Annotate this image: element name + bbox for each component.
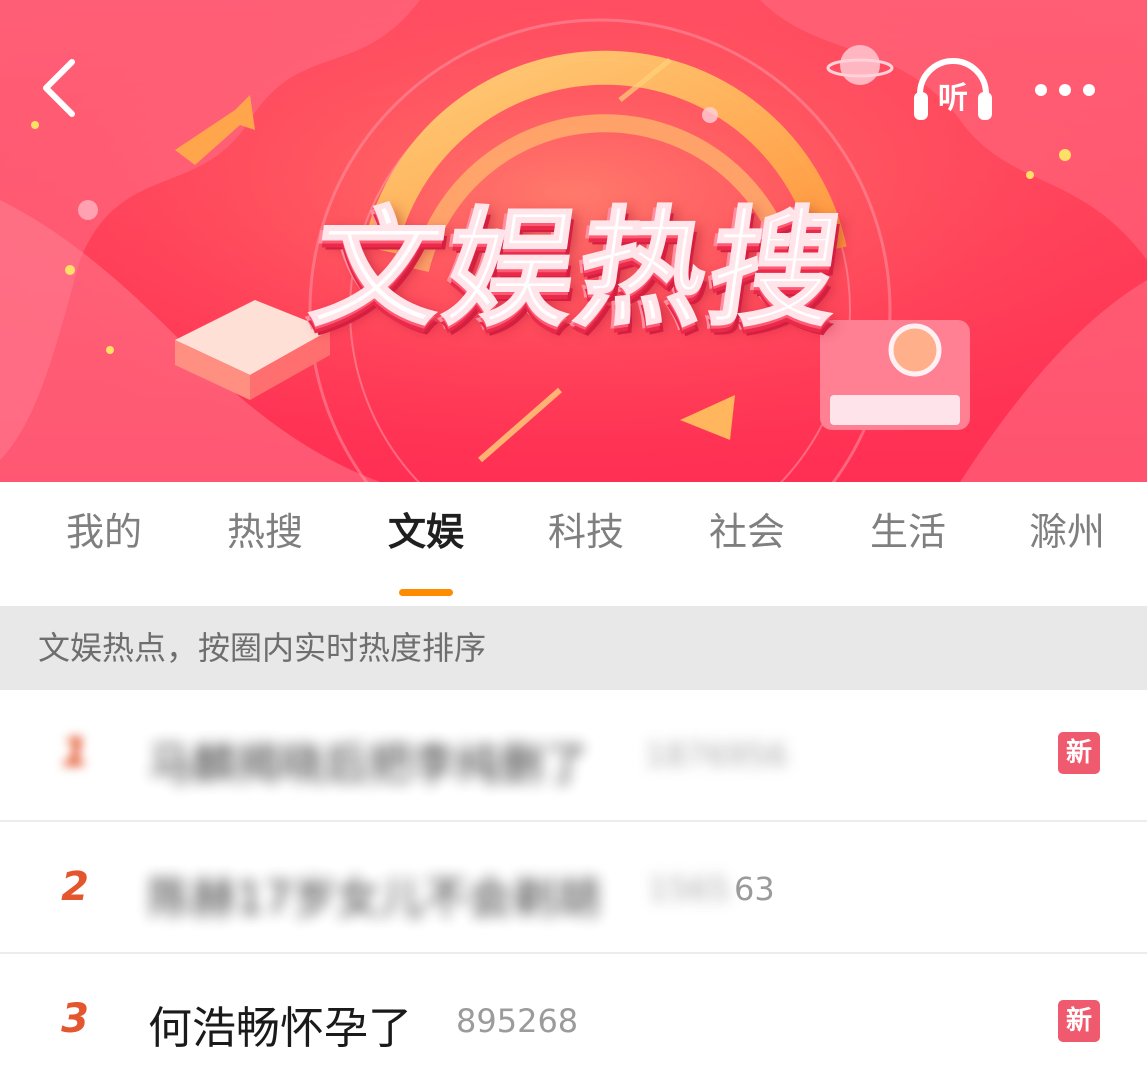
heat-value: 1876956 [645, 736, 788, 774]
heat-value: 1565563 [648, 870, 733, 908]
rank-number: 1 [61, 730, 89, 776]
list-item[interactable]: 3 何浩畅怀孕了 895268 新 [0, 954, 1147, 1080]
section-description-bar: 文娱热点，按圈内实时热度排序 [0, 606, 1147, 690]
heat-value-suffix: 63 [734, 870, 775, 908]
heat-value: 895268 [456, 1002, 579, 1040]
topic-title: 何浩畅怀孕了 [148, 1003, 412, 1054]
topic-title: 陈赫17岁女儿不会剃胡 [148, 873, 600, 924]
listen-button[interactable]: 听 [910, 56, 996, 126]
hot-search-list: 1 马麟揭晓后把李纯删了 1876956 新 2 陈赫17岁女儿不会剃胡 156… [0, 690, 1147, 1080]
active-tab-indicator [399, 589, 453, 596]
tab-entertainment[interactable]: 文娱 [356, 502, 496, 562]
tab-mine[interactable]: 我的 [34, 502, 174, 562]
new-badge: 新 [1058, 732, 1100, 774]
tab-life[interactable]: 生活 [838, 502, 978, 562]
chevron-left-icon [43, 59, 75, 117]
banner-title: 文娱热搜 [303, 194, 854, 345]
back-button[interactable] [30, 52, 90, 124]
more-button[interactable] [1025, 70, 1111, 110]
tab-tech[interactable]: 科技 [516, 502, 656, 562]
rank-number: 2 [61, 864, 89, 910]
more-horizontal-icon [1035, 84, 1095, 96]
rank-number: 3 [61, 996, 89, 1042]
topic-title: 马麟揭晓后把李纯删了 [148, 739, 588, 790]
tab-local-chuzhou[interactable]: 滁州 [997, 502, 1137, 562]
list-item[interactable]: 1 马麟揭晓后把李纯删了 1876956 新 [0, 690, 1147, 822]
header-banner: 文娱热搜 听 [0, 0, 1147, 482]
headphones-icon: 听 [914, 58, 992, 120]
new-badge: 新 [1058, 1000, 1100, 1042]
list-item[interactable]: 2 陈赫17岁女儿不会剃胡 1565563 63 [0, 822, 1147, 954]
category-tabs: 我的 热搜 文娱 科技 社会 生活 滁州 [0, 482, 1147, 606]
tab-society[interactable]: 社会 [677, 502, 817, 562]
section-description: 文娱热点，按圈内实时热度排序 [38, 629, 487, 667]
listen-label: 听 [938, 81, 968, 116]
tab-hot-search[interactable]: 热搜 [195, 502, 335, 562]
